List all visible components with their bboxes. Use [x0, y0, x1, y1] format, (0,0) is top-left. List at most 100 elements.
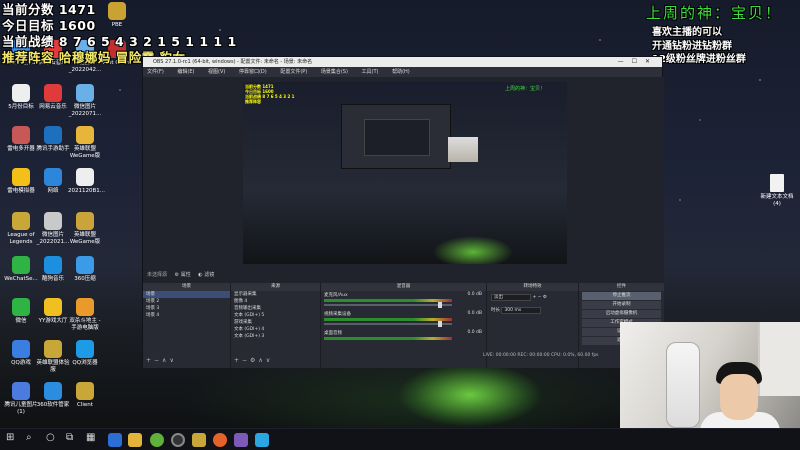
- app-icon: [44, 126, 62, 144]
- nested-overlay: 当前分数 1471 今日目标 1600 当前战绩 8 7 6 5 4 3 2 1 推荐…: [245, 84, 295, 104]
- source-item[interactable]: 显示器采集: [231, 291, 320, 298]
- source-item[interactable]: 文本 (GDI+) 5: [231, 312, 320, 319]
- scene-tools[interactable]: +−∧∨: [146, 357, 177, 364]
- desktop-icon[interactable]: 英雄联盟WeGame版: [68, 212, 102, 246]
- menu-docks[interactable]: 停靠窗口(D): [239, 69, 267, 75]
- desktop-icon[interactable]: 雷电模拟器: [4, 168, 38, 195]
- desktop-icon[interactable]: 微信图片_2022071...: [68, 84, 102, 118]
- desktop-icon[interactable]: YY游戏大厅: [36, 298, 70, 325]
- desktop-icon[interactable]: Client: [68, 382, 102, 409]
- audio-meter: [324, 318, 452, 321]
- desktop-icon[interactable]: 微信图片_2022021...: [36, 212, 70, 246]
- widgets-icon[interactable]: ▦: [86, 432, 95, 443]
- app-taskbar-icon[interactable]: [234, 433, 248, 447]
- desktop-icon[interactable]: 5月份目标: [4, 84, 38, 111]
- search-icon[interactable]: ⌕: [26, 432, 32, 443]
- volume-slider[interactable]: [324, 321, 452, 327]
- desktop-icon-label: 酷狗音乐: [41, 276, 64, 282]
- file-explorer-icon[interactable]: [128, 433, 142, 447]
- scene-item[interactable]: 场景: [143, 291, 230, 298]
- preview-canvas[interactable]: 当前分数 1471 今日目标 1600 当前战绩 8 7 6 5 4 3 2 1 推荐…: [243, 82, 567, 264]
- desktop-icon-label: WeChatSe...: [4, 276, 38, 282]
- cortana-icon[interactable]: ○: [46, 432, 55, 443]
- source-item[interactable]: 文本 (GDI+) 3: [231, 333, 320, 340]
- desktop-icon[interactable]: League of Legends: [4, 212, 38, 246]
- desktop-icon-label: 360软件管家: [36, 402, 70, 408]
- source-item[interactable]: 图像 4: [231, 298, 320, 305]
- mixer-channel: 麦克风/Aux 0.0 dB: [321, 291, 486, 310]
- mixer-header: 混音器: [321, 283, 486, 291]
- desktop-icon[interactable]: 雷电多开器: [4, 126, 38, 153]
- start-recording-button[interactable]: 开始录制: [582, 301, 661, 309]
- desktop-icon[interactable]: 腾讯儿童图片(1): [4, 382, 38, 416]
- scene-item[interactable]: 场景 3: [143, 305, 230, 312]
- scene-item[interactable]: 场景 2: [143, 298, 230, 305]
- wechat-taskbar-icon[interactable]: [150, 433, 164, 447]
- league-client-icon[interactable]: [192, 433, 206, 447]
- add-transition[interactable]: + − ⚙: [532, 295, 546, 300]
- app-icon: [44, 340, 62, 358]
- desktop-icon[interactable]: 网易云音乐: [36, 84, 70, 111]
- menu-edit[interactable]: 编辑(E): [177, 69, 194, 75]
- app-icon: [76, 298, 94, 316]
- menu-file[interactable]: 文件(F): [147, 69, 164, 75]
- menu-tools[interactable]: 工具(T): [362, 69, 379, 75]
- desktop-icon-label: 腾讯儿童图片(1): [4, 402, 38, 415]
- desktop-icon[interactable]: 双杀斗地主 - 手游电脑版: [68, 298, 102, 332]
- obs-window[interactable]: OBS 27.1.0-rc1 (64-bit, windows) - 配置文件:…: [142, 56, 664, 368]
- desktop-icon[interactable]: 酷狗音乐: [36, 256, 70, 283]
- app-taskbar-icon[interactable]: [213, 433, 227, 447]
- streamer-face: [720, 374, 758, 420]
- menu-help[interactable]: 帮助(H): [392, 69, 410, 75]
- source-item[interactable]: 音频输出采集: [231, 305, 320, 312]
- stop-streaming-button[interactable]: 停止推流: [582, 292, 661, 300]
- source-item[interactable]: 游戏采集: [231, 319, 320, 326]
- menu-profile[interactable]: 配置文件(P): [280, 69, 307, 75]
- desktop-icon[interactable]: 网络: [36, 168, 70, 195]
- desktop-icon[interactable]: 腾讯手游助手: [36, 126, 70, 153]
- scene-item[interactable]: 场景 4: [143, 312, 230, 319]
- source-tools[interactable]: +−⚙∧∨: [234, 357, 273, 364]
- nested-webcam: [448, 137, 478, 162]
- source-toolbar: 未选择源 ⚙ 属性 ◐ 滤镜: [147, 271, 214, 278]
- filters-button[interactable]: ◐ 滤镜: [198, 272, 214, 278]
- nested-god: 上周的神：宝贝！: [505, 86, 546, 92]
- desktop-icon-label: 微信: [15, 318, 27, 324]
- duration-input[interactable]: 300 ms: [501, 307, 542, 314]
- volume-slider[interactable]: [324, 302, 452, 308]
- task-view-icon[interactable]: ⧉: [66, 432, 73, 443]
- menubar: 文件(F) 编辑(E) 视图(V) 停靠窗口(D) 配置文件(P) 场景集合(S…: [143, 67, 662, 77]
- app-icon: [44, 168, 62, 186]
- desktop-icon[interactable]: 英雄联盟WeGame版: [68, 126, 102, 160]
- desktop-icon[interactable]: QQ浏览器: [68, 340, 102, 367]
- edge-browser-icon[interactable]: [108, 433, 122, 447]
- app-icon: [76, 84, 94, 102]
- properties-button[interactable]: ⚙ 属性: [175, 272, 191, 278]
- desktop-icon[interactable]: 360压缩: [68, 256, 102, 283]
- controls-header: 控件: [579, 283, 664, 291]
- nested-obs-preview-2: [364, 119, 430, 156]
- app-icon: [44, 212, 62, 230]
- desktop-icon[interactable]: 英雄联盟体验服: [36, 340, 70, 374]
- app-icon: [76, 212, 94, 230]
- virtual-camera-button[interactable]: 启动虚拟摄像机: [582, 310, 661, 318]
- desktop-icon[interactable]: QQ游戏: [4, 340, 38, 367]
- daily-target: 今日目标 1600: [2, 18, 96, 33]
- obs-titlebar[interactable]: OBS 27.1.0-rc1 (64-bit, windows) - 配置文件:…: [143, 57, 662, 67]
- current-record: 当前战绩 8 7 6 5 4 3 2 1 5 1 1 1 1: [2, 34, 237, 49]
- desktop-icon-label: 英雄联盟WeGame版: [69, 232, 101, 245]
- menu-scene-collection[interactable]: 场景集合(S): [321, 69, 348, 75]
- desktop-icon[interactable]: 360软件管家: [36, 382, 70, 409]
- window-controls[interactable]: —☐✕: [618, 57, 658, 67]
- desktop-icon[interactable]: 2021120B1...: [68, 168, 105, 195]
- source-item[interactable]: 文本 (GDI+) 4: [231, 326, 320, 333]
- obs-taskbar-icon[interactable]: [171, 433, 185, 447]
- menu-view[interactable]: 视图(V): [208, 69, 225, 75]
- transition-select[interactable]: 淡出: [491, 294, 531, 301]
- desktop-icon[interactable]: 微信: [4, 298, 38, 325]
- app-taskbar-icon[interactable]: [255, 433, 269, 447]
- desktop-icon-new-text-doc[interactable]: 新建文本文档(4): [760, 174, 794, 208]
- windows-start-icon[interactable]: ⊞: [6, 432, 14, 443]
- desktop-icon[interactable]: WeChatSe...: [4, 256, 38, 283]
- audio-meter: [324, 337, 452, 340]
